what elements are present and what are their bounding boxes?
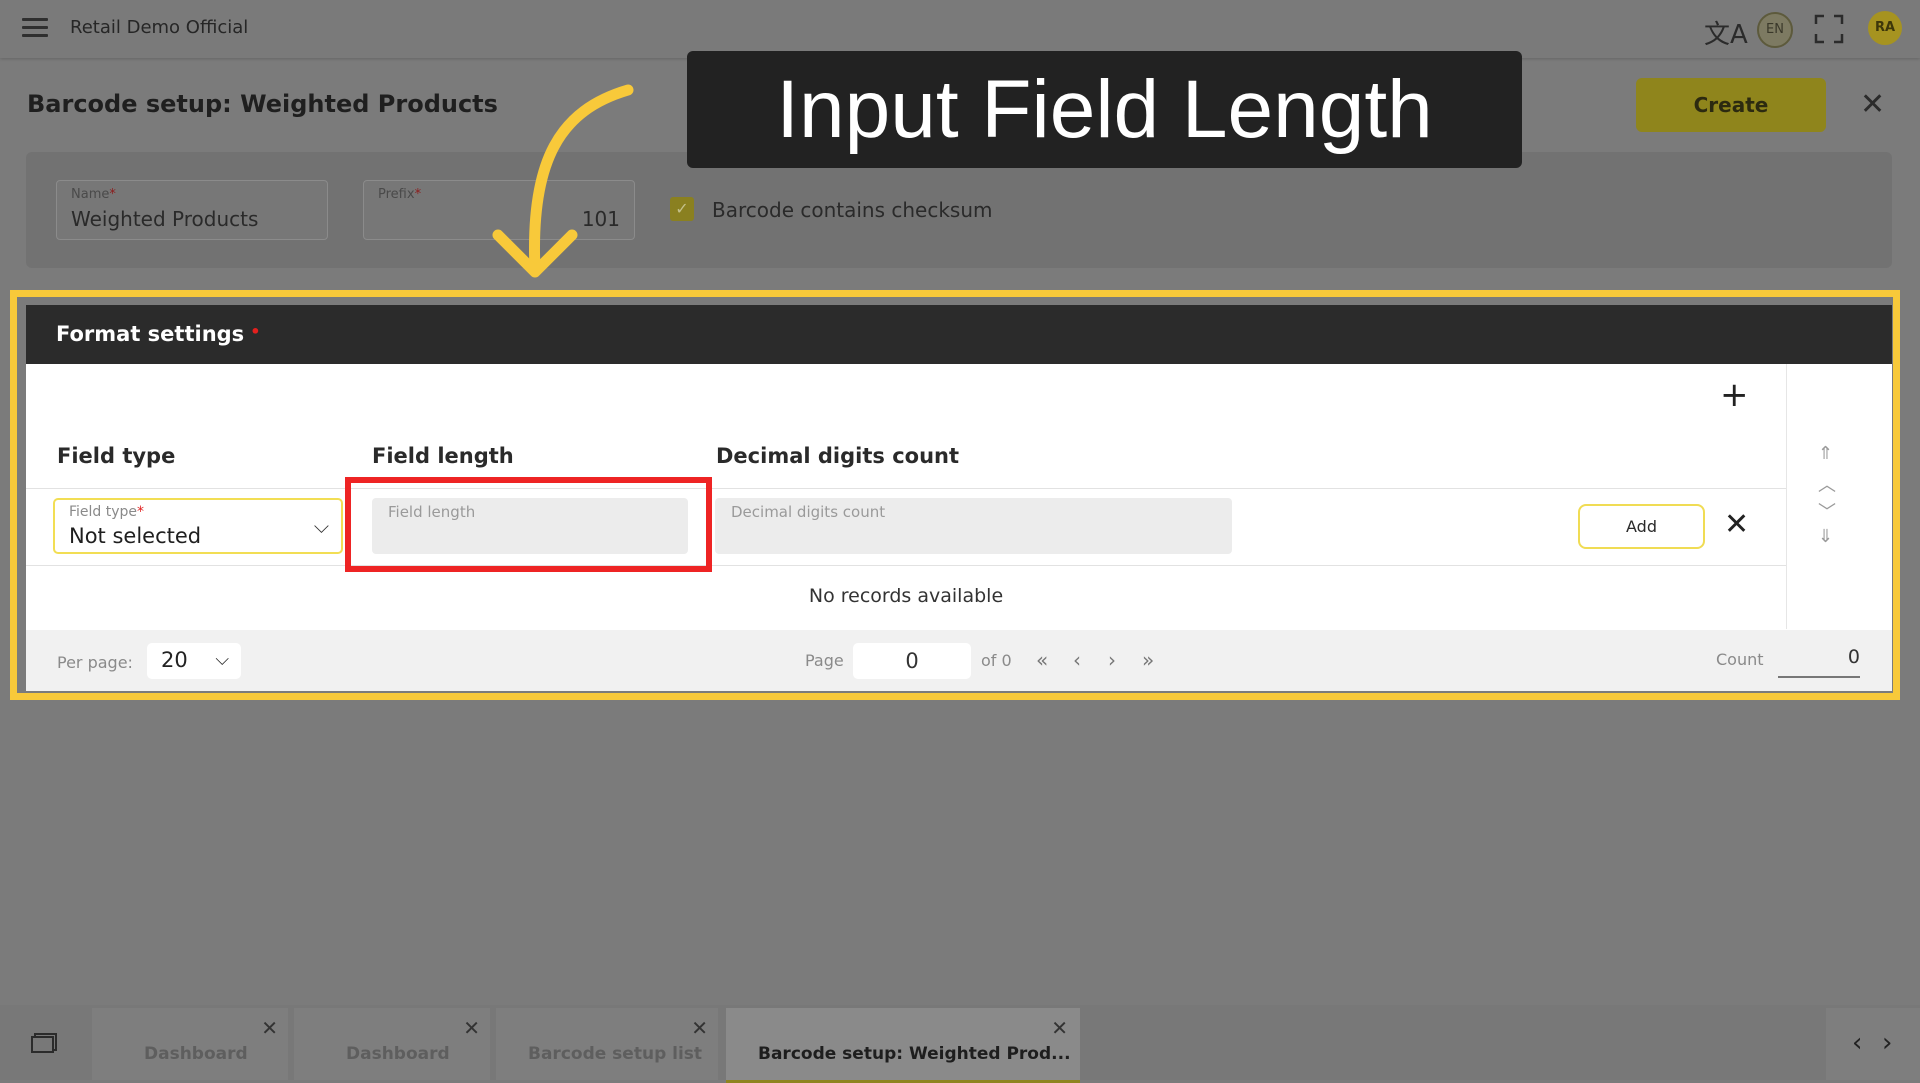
name-field-label: Name (71, 187, 110, 202)
name-field[interactable]: Name* Weighted Products (56, 180, 328, 240)
tab-label: Dashboard (346, 1044, 450, 1064)
prefix-field-label: Prefix (378, 187, 415, 202)
page-title: Barcode setup: Weighted Products (27, 90, 498, 118)
tab-dashboard-1[interactable]: Dashboard ✕ (92, 1008, 288, 1080)
annotation-callout: Input Field Length (687, 51, 1522, 168)
close-tab-icon[interactable]: ✕ (1051, 1016, 1068, 1040)
tab-label: Barcode setup list (528, 1044, 703, 1064)
close-tab-icon[interactable]: ✕ (463, 1016, 480, 1040)
tab-label: Dashboard (144, 1044, 248, 1064)
translate-icon[interactable]: 文A (1704, 14, 1748, 51)
fullscreen-icon[interactable] (1814, 14, 1844, 44)
annotation-arrow-icon (480, 80, 640, 280)
highlight-field-length (345, 477, 712, 572)
close-tab-icon[interactable]: ✕ (691, 1016, 708, 1040)
checksum-checkbox[interactable]: ✓ (670, 197, 694, 221)
close-tab-icon[interactable]: ✕ (261, 1016, 278, 1040)
windows-icon[interactable] (30, 1032, 58, 1054)
tab-barcode-setup-weighted[interactable]: Barcode setup: Weighted Prod... ✕ (726, 1008, 1080, 1083)
chevron-left-icon[interactable]: ‹ (1852, 1028, 1862, 1058)
user-avatar[interactable]: RA (1868, 11, 1902, 45)
tab-barcode-setup-list[interactable]: Barcode setup list ✕ (496, 1008, 718, 1080)
tab-scroll-controls: ‹ › (1826, 1008, 1920, 1080)
checksum-label: Barcode contains checksum (712, 198, 993, 222)
top-bar (0, 0, 1920, 58)
close-icon[interactable]: ✕ (1860, 90, 1885, 120)
name-field-value: Weighted Products (71, 207, 259, 231)
hamburger-menu-icon[interactable] (22, 18, 48, 40)
tab-dashboard-2[interactable]: Dashboard ✕ (294, 1008, 490, 1080)
create-button[interactable]: Create (1636, 78, 1826, 132)
language-button[interactable]: EN (1757, 12, 1793, 48)
tab-label: Barcode setup: Weighted Prod... (758, 1044, 1071, 1064)
highlight-outline (10, 290, 1900, 700)
app-title: Retail Demo Official (70, 17, 249, 38)
chevron-right-icon[interactable]: › (1882, 1028, 1892, 1058)
